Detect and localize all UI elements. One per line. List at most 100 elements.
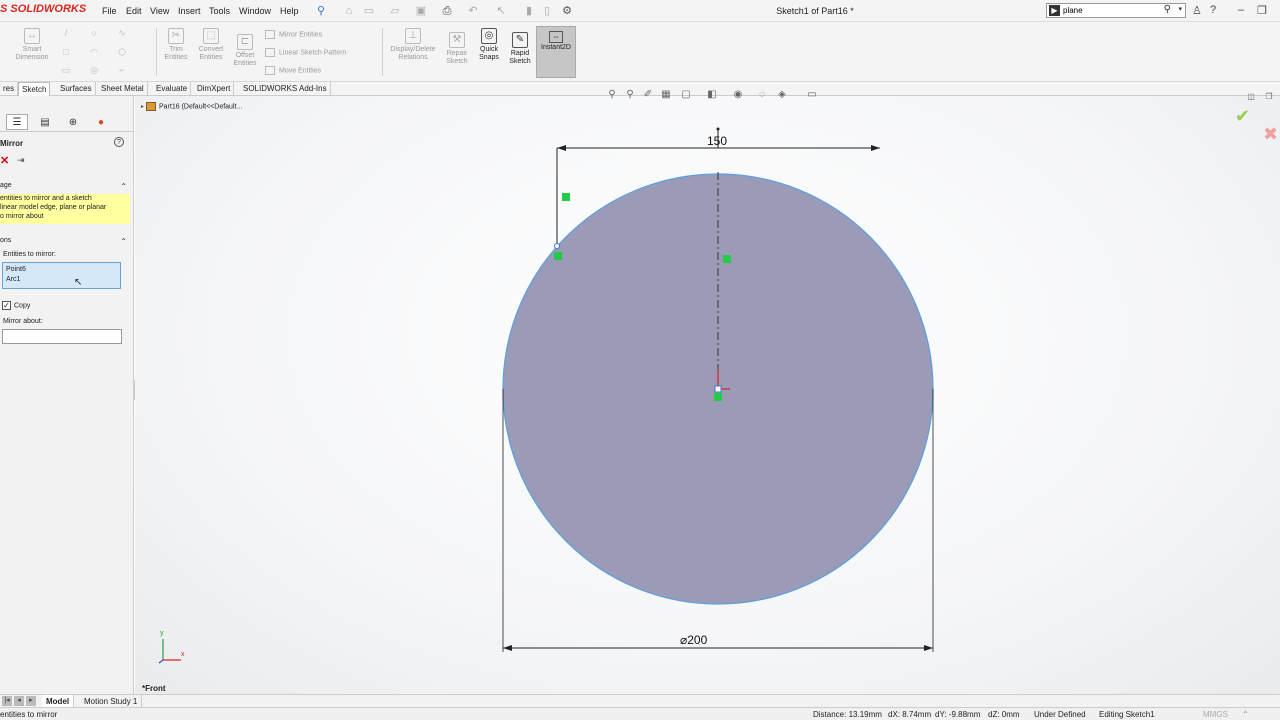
help-icon[interactable]: ? [1210, 4, 1216, 16]
copy-checkbox-row[interactable]: ✓ Copy [2, 301, 30, 310]
manager-tabs: ☰ ▤ ⊕ ● [0, 112, 134, 132]
solidworks-logo[interactable]: S SOLIDWORKS [0, 3, 86, 15]
dimension-150-label[interactable]: 150 [707, 134, 727, 148]
magnifier-icon[interactable]: ⚲ [1164, 4, 1171, 15]
vertical-relation-icon[interactable] [723, 255, 731, 263]
quick-snaps-button[interactable]: ◎ Quick Snaps [476, 28, 502, 62]
menu-edit[interactable]: Edit [126, 6, 142, 16]
trim-entities-button[interactable]: ✂ Trim Entities [160, 28, 192, 62]
status-prompt: entities to mirror [0, 710, 58, 719]
menu-insert[interactable]: Insert [178, 6, 201, 16]
chevron-up-icon[interactable]: ⌃ [120, 237, 127, 246]
copy-checkbox[interactable]: ✓ [2, 301, 11, 310]
tab-sheet-metal[interactable]: Sheet Metal [98, 82, 148, 96]
chevron-down-icon[interactable]: ▾ [1178, 5, 1182, 13]
help-icon[interactable]: ? [114, 137, 124, 147]
tab-features[interactable]: res [0, 82, 19, 96]
mirror-about-field[interactable] [2, 329, 122, 344]
configuration-manager-tab-icon[interactable]: ⊕ [62, 114, 84, 130]
pushpin-icon[interactable]: ⇥ [17, 155, 25, 166]
open-icon[interactable]: ▱ [388, 4, 402, 18]
copy-label: Copy [14, 302, 31, 310]
circle-icon[interactable]: ○ [88, 28, 100, 38]
appearance-tab-icon[interactable]: ● [90, 114, 112, 130]
previous-tab-icon[interactable]: ◂ [14, 696, 24, 706]
convert-entities-button[interactable]: ⬚ Convert Entities [194, 28, 228, 62]
save-icon[interactable]: ▣ [414, 4, 428, 18]
dimension-arrow [871, 145, 880, 151]
linear-sketch-pattern-button[interactable]: Linear Sketch Pattern [265, 48, 346, 57]
status-units[interactable]: MMGS [1203, 708, 1228, 720]
move-entities-button[interactable]: Move Entities [265, 66, 321, 75]
home-icon[interactable]: ⌂ [342, 4, 356, 18]
sketch-canvas[interactable] [135, 96, 1280, 694]
arc-icon[interactable]: ◠ [88, 47, 100, 57]
sketch-point-6[interactable] [554, 243, 560, 249]
pattern-icon [265, 48, 275, 57]
relations-icon: ⊥ [405, 28, 421, 44]
tab-surfaces[interactable]: Surfaces [57, 82, 96, 96]
user-icon[interactable]: ♙ [1192, 4, 1202, 17]
point-icon[interactable]: ◎ [88, 65, 100, 75]
search-box[interactable]: ▶ ⚲ ▾ [1046, 3, 1186, 18]
menu-file[interactable]: File [102, 6, 117, 16]
status-editing: Editing Sketch1 [1099, 710, 1155, 719]
vertical-relation-icon[interactable] [562, 193, 570, 201]
first-tab-icon[interactable]: |◂ [2, 696, 12, 706]
select-arrow-icon[interactable]: ↖ [494, 4, 508, 18]
new-document-icon[interactable]: ▭ [362, 4, 376, 18]
origin-point[interactable] [714, 385, 722, 393]
message-group-header[interactable]: age ⌃ [0, 182, 134, 191]
file-properties-icon[interactable]: ▯ [540, 4, 554, 18]
property-manager-tab-icon[interactable]: ▤ [34, 114, 56, 130]
feature-manager-tab-icon[interactable]: ☰ [6, 114, 28, 130]
polygon-icon[interactable]: ⬡ [116, 47, 128, 57]
instant2d-button[interactable]: ⇔ Instant2D [536, 26, 576, 78]
tab-solidworks-add-ins[interactable]: SOLIDWORKS Add-Ins [240, 82, 331, 96]
menu-view[interactable]: View [150, 6, 169, 16]
next-tab-icon[interactable]: ▸ [26, 696, 36, 706]
list-item[interactable]: Arc1 [6, 275, 120, 285]
command-manager: ↔ Smart Dimension / ○ ∿ □ ◠ ⬡ ▭ ◎ ⌐ ✂ Tr… [0, 22, 1280, 82]
search-input[interactable] [1063, 5, 1163, 16]
cancel-icon[interactable]: ✕ [0, 154, 9, 167]
graphics-area[interactable]: ⚲ ⚲ ✐ ▦ ▢ ◧ ◉ ◌ ◈ ▭ ◫ ❐ □ ▸Part16 (Defau… [135, 89, 1280, 694]
options-group-header[interactable]: ons ⌃ [0, 237, 134, 246]
fillet-icon[interactable]: ⌐ [116, 65, 128, 75]
undo-icon[interactable]: ↶ [466, 4, 480, 18]
slot-icon[interactable]: ▭ [60, 65, 72, 75]
offset-entities-button[interactable]: ⊏ Offset Entities [230, 34, 260, 68]
print-icon[interactable]: ⎙ [440, 4, 454, 18]
smart-dimension-button[interactable]: ↔ Smart Dimension [10, 28, 54, 62]
restore-icon[interactable]: ❐ [1257, 4, 1267, 17]
status-dz: dZ: 0mm [988, 710, 1020, 719]
repair-sketch-button[interactable]: ⚒ Repair Sketch [442, 32, 472, 66]
message-line: o mirror about [0, 213, 44, 220]
entities-to-mirror-list[interactable]: Point6 Arc1 [2, 262, 121, 289]
menu-window[interactable]: Window [239, 6, 271, 16]
tab-sketch[interactable]: Sketch [18, 82, 51, 96]
pin-icon[interactable]: ⚲ [314, 4, 328, 18]
message-line: linear model edge, plane or planar [0, 204, 107, 211]
menu-tools[interactable]: Tools [209, 6, 230, 16]
rapid-sketch-button[interactable]: ✎ Rapid Sketch [506, 32, 534, 66]
dimension-200-label[interactable]: ⌀200 [680, 633, 707, 647]
coincident-relation-icon[interactable] [554, 252, 562, 260]
chevron-up-icon[interactable]: ⌃ [120, 182, 127, 191]
line-icon[interactable]: / [60, 28, 72, 38]
options-gear-icon[interactable]: ⚙ [560, 4, 574, 18]
chevron-up-icon[interactable]: ⌃ [1242, 708, 1249, 720]
view-name-label: *Front [142, 684, 166, 693]
minimize-icon[interactable]: – [1238, 4, 1244, 16]
mirror-entities-button[interactable]: Mirror Entities [265, 30, 322, 39]
menu-help[interactable]: Help [280, 6, 299, 16]
rebuild-icon[interactable]: ▮ [522, 4, 536, 18]
display-delete-relations-button[interactable]: ⊥ Display/Delete Relations [386, 28, 440, 62]
spline-icon[interactable]: ∿ [116, 28, 128, 38]
tab-dimxpert[interactable]: DimXpert [194, 82, 235, 96]
rectangle-icon[interactable]: □ [60, 47, 72, 57]
message-line: entities to mirror and a sketch [0, 195, 92, 202]
coincident-relation-icon[interactable] [714, 393, 722, 401]
tab-evaluate[interactable]: Evaluate [153, 82, 192, 96]
list-item[interactable]: Point6 [6, 265, 120, 275]
